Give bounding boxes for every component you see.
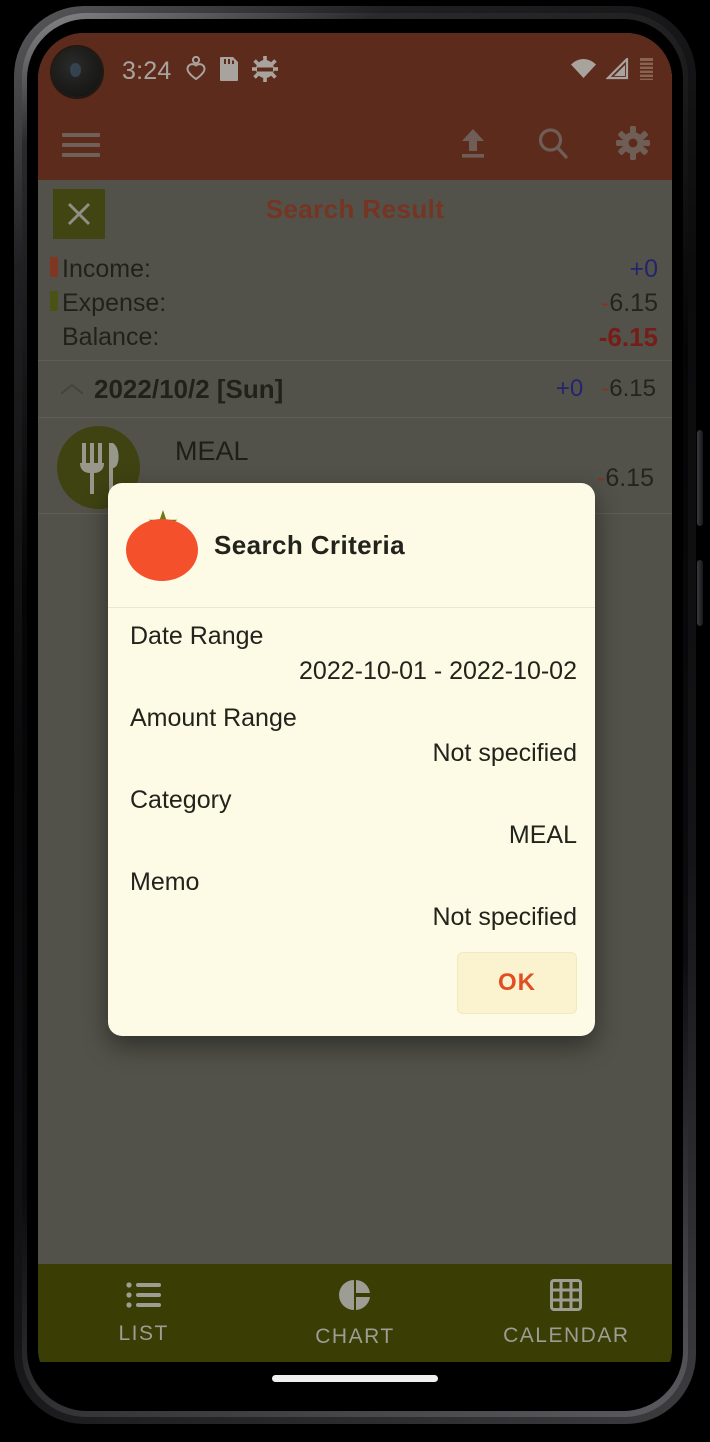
hamburger-line [62, 153, 100, 157]
summary-row-expense: Expense: -6.15 [50, 286, 658, 320]
app-screen: 3:24 Search Result Income: +0 Expense: -… [38, 33, 672, 1362]
dialog-title: Search Criteria [214, 529, 405, 560]
tomato-body-shape [126, 519, 198, 581]
criteria-label: Amount Range [130, 704, 297, 732]
search-result-titlebar: Search Result [38, 180, 672, 246]
list-icon [126, 1281, 162, 1314]
heart-pulse-icon [186, 55, 206, 87]
upload-icon[interactable] [456, 126, 490, 165]
sd-card-icon [219, 56, 239, 87]
gear-icon [252, 56, 279, 87]
nav-item-chart[interactable]: CHART [249, 1278, 460, 1349]
power-button[interactable] [697, 430, 703, 526]
transaction-amount: -6.15 [597, 464, 654, 493]
calendar-grid-icon [550, 1278, 583, 1316]
criteria-label: Category [130, 786, 232, 814]
hamburger-line [62, 143, 100, 147]
expense-label: Expense: [62, 288, 167, 317]
search-icon[interactable] [536, 126, 570, 165]
criteria-label: Date Range [130, 622, 264, 650]
status-bar-clock: 3:24 [122, 57, 172, 85]
balance-amount: 6.15 [607, 321, 658, 352]
criteria-row-memo: Memo Not specified [130, 868, 581, 932]
criteria-value: MEAL [508, 821, 577, 849]
balance-value: -6.15 [599, 322, 658, 353]
wifi-icon [570, 58, 597, 85]
phone-screen: 3:24 Search Result Income: +0 Expense: -… [38, 33, 672, 1394]
transaction-amount-value: 6.15 [605, 464, 654, 492]
phone-frame: 3:24 Search Result Income: +0 Expense: -… [0, 0, 710, 1442]
nav-label-calendar: CALENDAR [503, 1323, 630, 1347]
criteria-row-amount-range: Amount Range Not specified [130, 704, 581, 768]
criteria-value: 2022-10-01 - 2022-10-02 [299, 657, 577, 685]
nav-label-list: LIST [118, 1321, 169, 1345]
expense-value: -6.15 [601, 289, 658, 318]
status-bar-left-icons [186, 55, 279, 87]
nav-item-list[interactable]: LIST [38, 1281, 249, 1346]
date-group-label: 2022/10/2 [Sun] [94, 373, 284, 404]
chevron-up-icon[interactable] [60, 382, 84, 396]
cellular-signal-icon [605, 56, 630, 85]
criteria-value: Not specified [432, 739, 577, 767]
income-label: Income: [62, 254, 151, 283]
summary-row-income: Income: +0 [50, 252, 658, 286]
summary-panel: Income: +0 Expense: -6.15 Balance: -6.15 [38, 246, 672, 361]
criteria-value: Not specified [432, 903, 577, 931]
settings-gear-icon[interactable] [616, 125, 650, 165]
date-group-expense: -6.15 [601, 375, 656, 403]
pie-chart-icon [338, 1278, 372, 1317]
date-group-header[interactable]: 2022/10/2 [Sun] +0 -6.15 [38, 361, 672, 418]
income-color-marker [50, 257, 58, 277]
page-title: Search Result [265, 194, 445, 224]
transaction-category: MEAL [175, 436, 249, 466]
front-camera-punchhole [52, 46, 102, 97]
nav-label-chart: CHART [315, 1324, 395, 1348]
app-bar [38, 110, 672, 180]
status-bar-right-icons [570, 56, 654, 86]
expense-amount: 6.15 [609, 288, 658, 317]
home-indicator-area [38, 1362, 672, 1394]
balance-label: Balance: [62, 322, 160, 351]
bottom-navigation: LIST CHART CALENDAR [38, 1264, 672, 1362]
volume-button[interactable] [697, 560, 703, 626]
summary-row-balance: Balance: -6.15 [62, 320, 658, 354]
criteria-label: Memo [130, 868, 200, 896]
dialog-actions: OK [108, 950, 595, 1036]
hamburger-line [62, 133, 100, 137]
date-group-expense-amount: 6.15 [609, 375, 656, 402]
criteria-row-date-range: Date Range 2022-10-01 - 2022-10-02 [130, 622, 581, 686]
status-bar: 3:24 [38, 33, 672, 110]
search-result-header: Search Result Income: +0 Expense: -6.15 [38, 180, 672, 361]
ok-button[interactable]: OK [457, 952, 577, 1014]
dialog-body: Date Range 2022-10-01 - 2022-10-02 Amoun… [108, 608, 595, 932]
nav-item-calendar[interactable]: CALENDAR [461, 1278, 672, 1348]
criteria-row-category: Category MEAL [130, 786, 581, 850]
home-indicator-bar[interactable] [272, 1374, 438, 1382]
battery-icon [639, 57, 654, 86]
dialog-header: Search Criteria [108, 483, 595, 608]
date-group-income: +0 [555, 375, 584, 402]
income-value: +0 [629, 254, 658, 283]
search-criteria-dialog: Search Criteria Date Range 2022-10-01 - … [108, 483, 595, 1036]
date-group-amounts: +0 -6.15 [556, 375, 656, 403]
tomato-icon [122, 505, 202, 585]
expense-color-marker [50, 291, 58, 311]
hamburger-menu-icon[interactable] [62, 127, 100, 163]
